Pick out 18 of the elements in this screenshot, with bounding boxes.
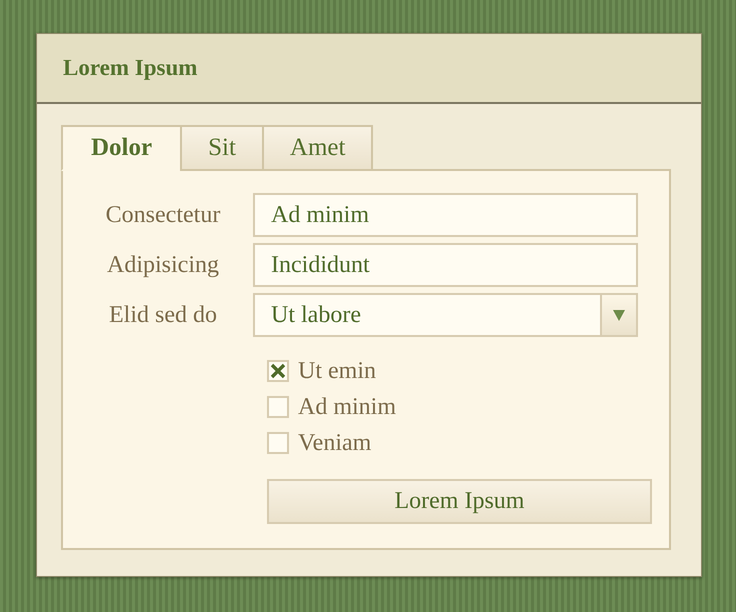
tab[interactable]: Amet — [262, 125, 374, 171]
checkbox-label: Veniam — [298, 430, 372, 456]
text-field[interactable]: Ad minim — [253, 193, 638, 237]
checkbox[interactable] — [267, 360, 289, 382]
tab[interactable]: Dolor — [61, 125, 180, 171]
dropdown-arrow-icon — [613, 310, 625, 320]
field-label: Consectetur — [104, 202, 222, 228]
checkbox-label: Ut emin — [298, 358, 376, 384]
panel-title: Lorem Ipsum — [63, 55, 198, 81]
field-label: Elid sed do — [108, 302, 218, 328]
field-label: Adipisicing — [106, 252, 220, 278]
dropdown[interactable]: Ut labore — [253, 293, 638, 337]
submit-button[interactable]: Lorem Ipsum — [267, 479, 652, 524]
text-field[interactable]: Incididunt — [253, 243, 638, 287]
checkbox[interactable] — [267, 396, 289, 418]
checkbox-label: Ad minim — [298, 394, 396, 420]
tab[interactable]: Sit — [180, 125, 262, 171]
checkbox[interactable] — [267, 432, 289, 454]
